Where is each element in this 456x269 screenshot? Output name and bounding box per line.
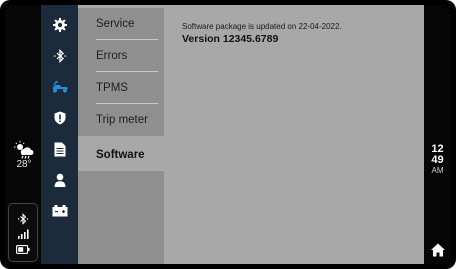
left-status-column: 28° bbox=[5, 5, 41, 264]
bluetooth-icon bbox=[9, 213, 36, 225]
weather-widget: 28° bbox=[9, 141, 39, 170]
menu-item-label: Software bbox=[96, 149, 145, 161]
right-status-column: 12 49 AM bbox=[424, 5, 451, 264]
connectivity-status-box bbox=[8, 203, 38, 262]
menu-item-tpms[interactable]: TPMS bbox=[78, 72, 164, 104]
shield-icon[interactable] bbox=[41, 106, 78, 130]
menu-item-software[interactable]: Software bbox=[78, 139, 164, 171]
update-message: Software package is updated on 22-04-202… bbox=[182, 22, 342, 31]
dashboard-screen: 28° Service Errors TPMS Trip meter Softw… bbox=[0, 0, 456, 269]
home-button[interactable] bbox=[430, 242, 446, 258]
menu-empty-area bbox=[78, 171, 164, 264]
clock-ampm: AM bbox=[431, 166, 444, 175]
menu-item-errors[interactable]: Errors bbox=[78, 40, 164, 72]
menu-item-label: Service bbox=[96, 18, 135, 30]
menu-item-label: TPMS bbox=[96, 82, 128, 94]
clock: 12 49 AM bbox=[424, 144, 451, 176]
home-icon bbox=[431, 243, 445, 257]
menu-item-label: Errors bbox=[96, 50, 128, 62]
menu-item-service[interactable]: Service bbox=[78, 8, 164, 40]
person-icon[interactable] bbox=[41, 168, 78, 192]
battery-icon bbox=[9, 245, 36, 254]
scooter-icon[interactable] bbox=[41, 75, 78, 99]
gear-icon[interactable] bbox=[41, 13, 78, 37]
version-label: Version 12345.6789 bbox=[182, 33, 279, 45]
settings-menu: Service Errors TPMS Trip meter Software bbox=[78, 5, 164, 264]
bluetooth-icon[interactable] bbox=[41, 44, 78, 68]
document-icon[interactable] bbox=[41, 137, 78, 161]
cloud-sun-rain-icon bbox=[14, 141, 34, 159]
battery-icon[interactable] bbox=[41, 199, 78, 223]
menu-item-trip-meter[interactable]: Trip meter bbox=[78, 104, 164, 136]
software-info-panel: Software package is updated on 22-04-202… bbox=[164, 5, 424, 264]
menu-item-label: Trip meter bbox=[96, 114, 148, 126]
temperature-label: 28° bbox=[16, 159, 32, 170]
screen-inner: 28° Service Errors TPMS Trip meter Softw… bbox=[5, 5, 451, 264]
signal-icon bbox=[9, 229, 36, 239]
clock-minutes: 49 bbox=[431, 154, 444, 166]
menu-icon-rail bbox=[41, 5, 78, 264]
